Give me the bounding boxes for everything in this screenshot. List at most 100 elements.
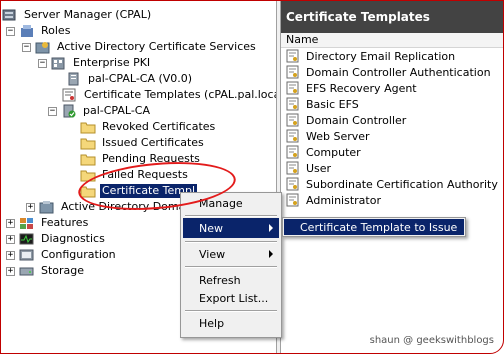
context-menu: Manage New View Refresh Export List... H…	[180, 192, 282, 338]
template-name: EFS Recovery Agent	[306, 81, 417, 95]
template-name: Administrator	[306, 193, 381, 207]
template-row[interactable]: User	[281, 160, 504, 176]
tree-label: Roles	[41, 24, 71, 37]
expand-icon[interactable]: +	[6, 218, 15, 228]
collapse-icon[interactable]: −	[22, 42, 31, 52]
enterprise-pki-icon	[51, 56, 67, 70]
template-name: Directory Email Replication	[306, 49, 456, 63]
certificate-template-icon	[286, 177, 302, 191]
certificate-template-icon	[286, 97, 302, 111]
tree-label: Configuration	[41, 248, 116, 261]
certificate-icon	[62, 88, 78, 102]
template-row[interactable]: Computer	[281, 144, 504, 160]
folder-icon	[80, 152, 96, 166]
menu-item-view[interactable]: View	[183, 244, 279, 264]
collapse-icon[interactable]: −	[48, 106, 57, 116]
configuration-icon	[19, 248, 35, 262]
tree-node-storage[interactable]: + Storage	[6, 263, 86, 279]
template-list: Directory Email Replication Domain Contro…	[281, 48, 504, 208]
collapse-icon[interactable]: −	[6, 26, 15, 36]
menu-item-label: Certificate Template to Issue	[300, 220, 458, 234]
certificate-template-icon	[286, 193, 302, 207]
expand-icon[interactable]: +	[6, 234, 15, 244]
template-row[interactable]: Administrator	[281, 192, 504, 208]
column-header-name[interactable]: Name	[281, 33, 504, 48]
menu-item-label: Refresh	[199, 273, 241, 287]
ca-online-icon	[61, 104, 77, 118]
menu-separator	[185, 266, 277, 268]
tree-label: Storage	[41, 264, 85, 277]
tree-label: Active Directory Domain	[61, 200, 196, 213]
menu-separator	[185, 241, 277, 243]
menu-item-export-list[interactable]: Export List...	[183, 288, 279, 308]
tree-node-features[interactable]: + Features	[6, 215, 90, 231]
tree-node-pal-ca-v0[interactable]: pal-CPAL-CA (V0.0)	[66, 71, 194, 87]
server-manager-icon	[2, 8, 18, 22]
template-row[interactable]: Basic EFS	[281, 96, 504, 112]
expand-icon[interactable]: +	[6, 250, 15, 260]
tree-label: Failed Requests	[102, 168, 188, 181]
tree-node-pending[interactable]: Pending Requests	[80, 151, 202, 167]
template-row[interactable]: EFS Recovery Agent	[281, 80, 504, 96]
tree-node-cert-templates-domain[interactable]: Certificate Templates (cPAL.pal.local)	[62, 87, 290, 103]
template-name: Subordinate Certification Authority	[306, 177, 498, 191]
storage-icon	[19, 264, 35, 278]
folder-icon	[80, 184, 96, 198]
tree-node-diagnostics[interactable]: + Diagnostics	[6, 231, 107, 247]
template-name: Web Server	[306, 129, 370, 143]
tree-node-ad-domain[interactable]: + Active Directory Domain	[26, 199, 197, 215]
ca-server-icon	[66, 72, 82, 86]
expand-icon[interactable]: +	[6, 266, 15, 276]
tree-label: pal-CPAL-CA (V0.0)	[88, 72, 193, 85]
submenu-arrow-icon	[269, 250, 273, 258]
template-row[interactable]: Web Server	[281, 128, 504, 144]
template-name: Domain Controller	[306, 113, 407, 127]
menu-item-new[interactable]: New	[183, 218, 279, 238]
tree-node-configuration[interactable]: + Configuration	[6, 247, 118, 263]
tree-node-roles[interactable]: − Roles	[6, 23, 72, 39]
tree-node-failed[interactable]: Failed Requests	[80, 167, 190, 183]
certificate-template-icon	[286, 129, 302, 143]
collapse-icon[interactable]: −	[38, 58, 47, 68]
certificate-template-icon	[286, 145, 302, 159]
menu-item-label: Manage	[199, 196, 243, 210]
menu-item-help[interactable]: Help	[183, 313, 279, 333]
menu-item-refresh[interactable]: Refresh	[183, 270, 279, 290]
tree-node-pal-ca[interactable]: − pal-CPAL-CA	[48, 103, 152, 119]
tree-label: Issued Certificates	[102, 136, 204, 149]
menu-item-manage[interactable]: Manage	[183, 193, 279, 213]
menu-separator	[185, 215, 277, 217]
menu-item-label: Export List...	[199, 291, 269, 305]
tree-label: Server Manager (CPAL)	[24, 8, 152, 21]
domain-services-icon	[39, 200, 55, 214]
tree-label: pal-CPAL-CA	[83, 104, 150, 117]
tree-label: Enterprise PKI	[73, 56, 151, 69]
roles-icon	[19, 24, 35, 38]
tree-label: Revoked Certificates	[102, 120, 216, 133]
tree-node-revoked[interactable]: Revoked Certificates	[80, 119, 217, 135]
expand-icon[interactable]: +	[26, 202, 35, 212]
certificate-template-icon	[286, 49, 302, 63]
folder-icon	[80, 136, 96, 150]
template-row[interactable]: Subordinate Certification Authority	[281, 176, 504, 192]
certificate-template-icon	[286, 113, 302, 127]
tree-label: Certificate Templates (cPAL.pal.local)	[84, 88, 288, 101]
new-submenu: Certificate Template to Issue	[282, 217, 466, 237]
tree-label: Diagnostics	[41, 232, 105, 245]
tree-node-server-manager[interactable]: Server Manager (CPAL)	[2, 7, 153, 23]
tree-node-issued[interactable]: Issued Certificates	[80, 135, 206, 151]
menu-separator	[185, 310, 277, 312]
template-row[interactable]: Directory Email Replication	[281, 48, 504, 64]
tree-label: Active Directory Certificate Services	[57, 40, 256, 53]
tree-node-enterprise-pki[interactable]: − Enterprise PKI	[38, 55, 152, 71]
template-row[interactable]: Domain Controller	[281, 112, 504, 128]
results-pane-title: Certificate Templates	[281, 0, 504, 33]
submenu-arrow-icon	[269, 224, 273, 232]
menu-item-certificate-template-to-issue[interactable]: Certificate Template to Issue	[284, 219, 464, 235]
template-name: User	[306, 161, 332, 175]
features-icon	[19, 216, 35, 230]
certificate-template-icon	[286, 65, 302, 79]
template-row[interactable]: Domain Controller Authentication	[281, 64, 504, 80]
tree-node-adcs[interactable]: − Active Directory Certificate Services	[22, 39, 258, 55]
tree-label: Pending Requests	[102, 152, 200, 165]
